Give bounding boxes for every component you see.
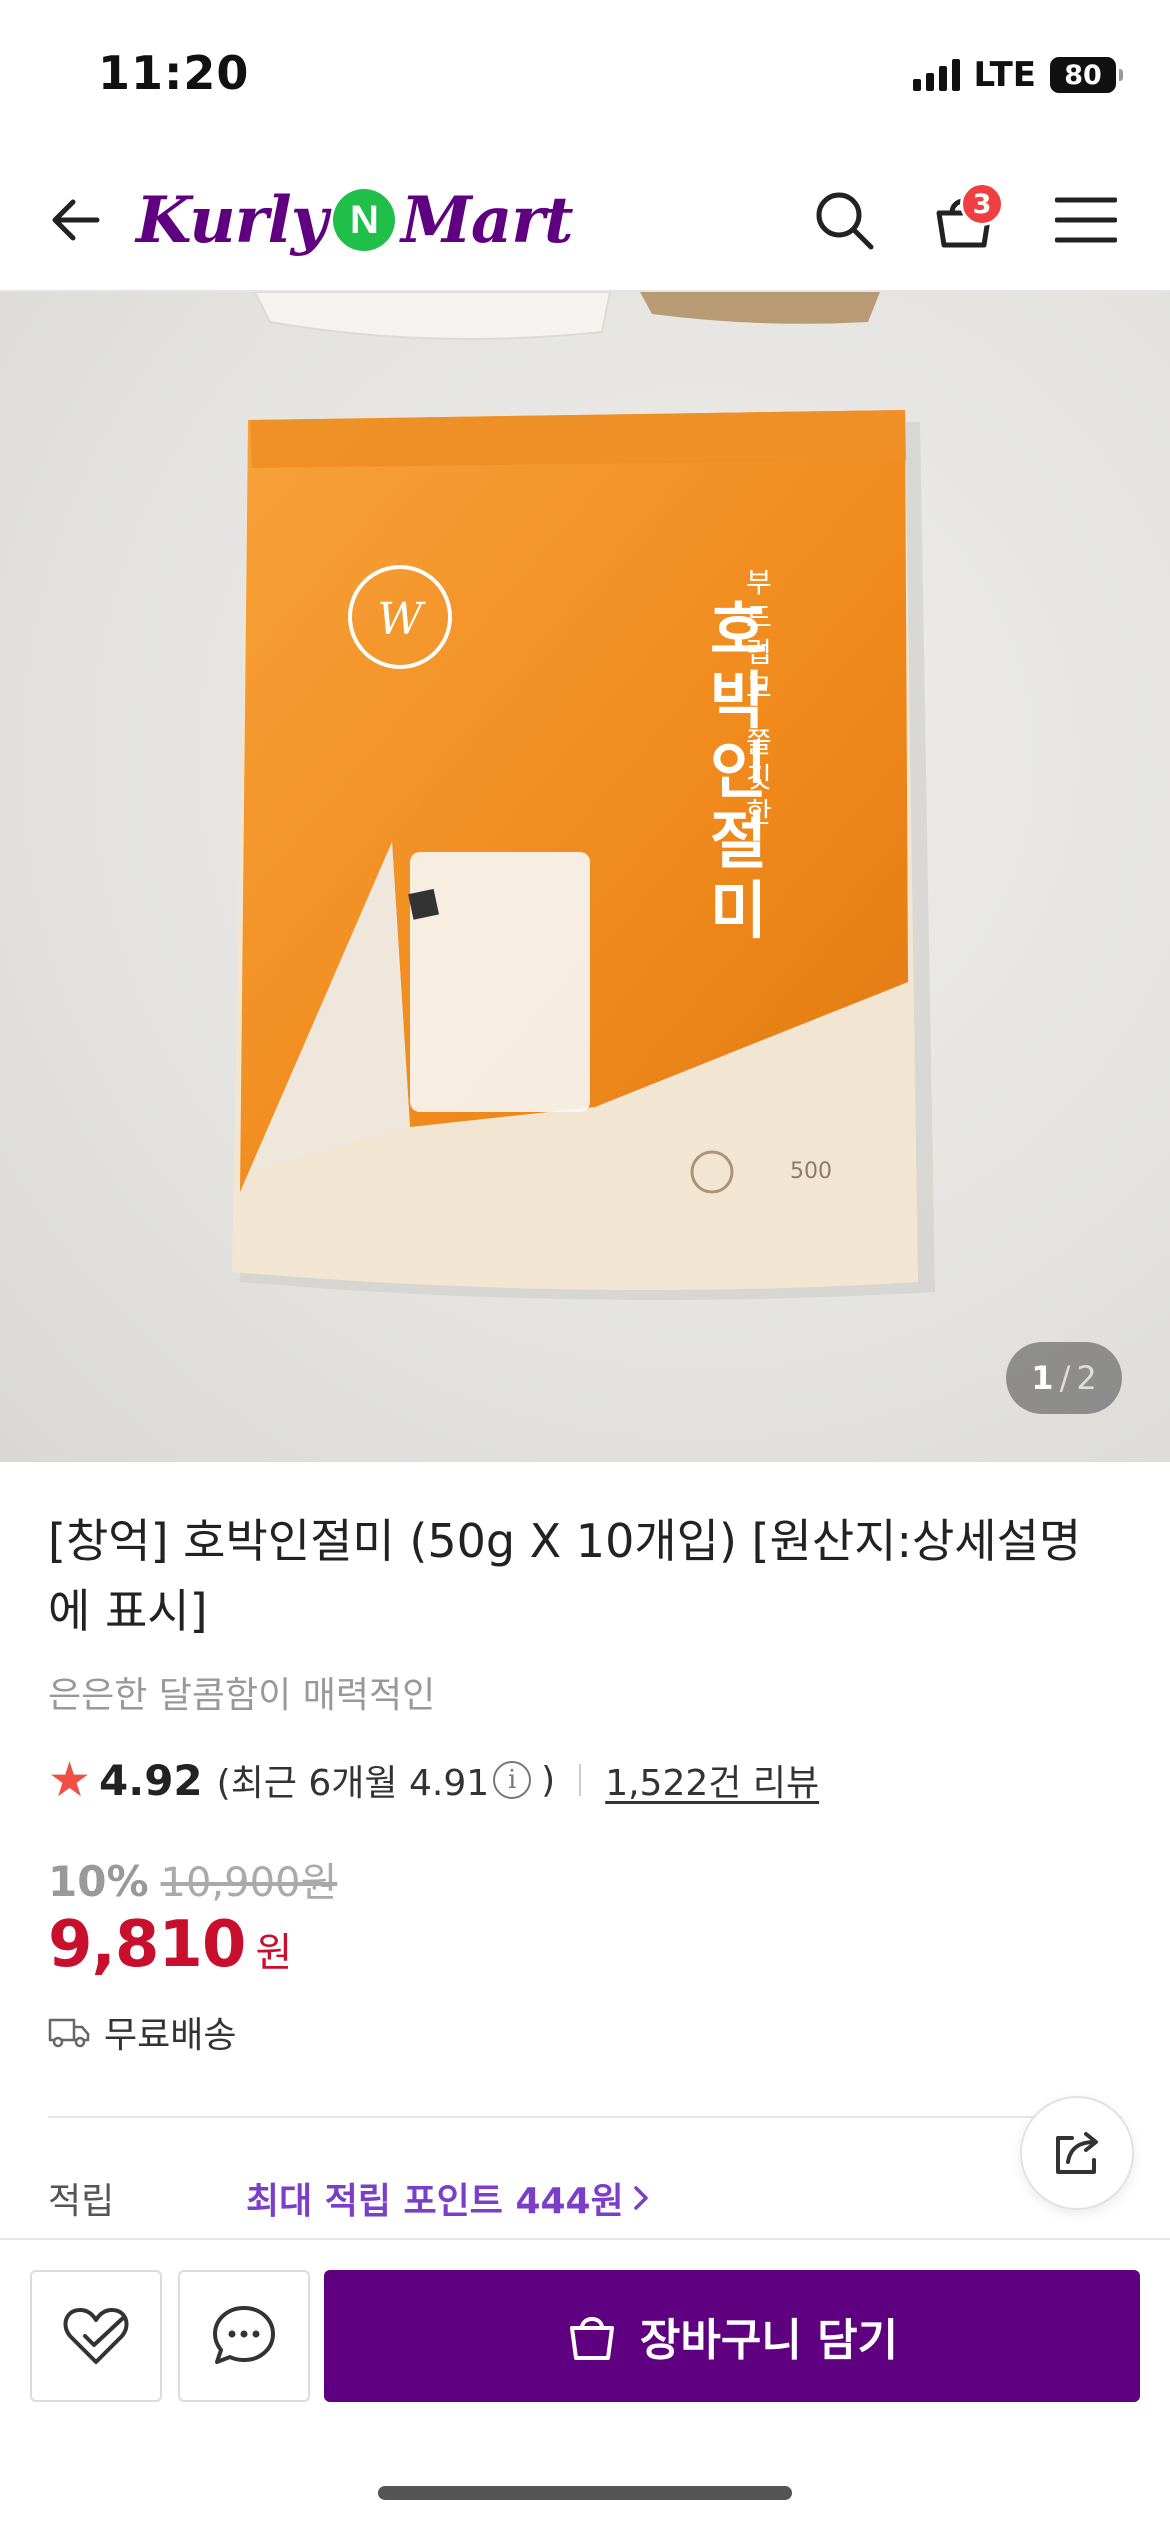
svg-text:500: 500 xyxy=(790,1159,832,1184)
share-button[interactable] xyxy=(1020,2096,1134,2210)
rating-score: 4.92 xyxy=(99,1755,203,1805)
menu-button[interactable] xyxy=(1046,180,1126,260)
share-icon xyxy=(1056,2132,1098,2174)
add-to-cart-button[interactable]: 장바구니 담기 xyxy=(324,2270,1140,2402)
logo-n-badge: N xyxy=(332,189,395,251)
back-button[interactable] xyxy=(40,185,110,255)
review-count-link[interactable]: 1,522건 리뷰 xyxy=(605,1754,819,1806)
product-image-carousel[interactable]: W 호 박 인 절 미 부드럽고 쫄깃한 500 1 / 2 xyxy=(0,292,1170,1462)
recent-rating-close: ) xyxy=(541,1759,556,1801)
recent-rating: (최근 6개월 4.91 i ) xyxy=(217,1754,556,1806)
points-link[interactable]: 최대 적립 포인트 444원 xyxy=(246,2172,650,2224)
svg-text:깃: 깃 xyxy=(746,761,772,794)
image-page-indicator: 1 / 2 xyxy=(1006,1342,1122,1414)
battery-icon: 80 xyxy=(1050,57,1123,93)
logo-text-right: Mart xyxy=(400,182,574,258)
points-row: 적립 최대 적립 포인트 444원 xyxy=(48,2172,650,2224)
add-to-cart-label: 장바구니 담기 xyxy=(639,2315,899,2366)
svg-text:럽: 럽 xyxy=(746,636,772,669)
points-label: 적립 xyxy=(48,2181,115,2222)
status-indicators: LTE 80 xyxy=(912,50,1123,100)
product-subtitle: 은은한 달콤함이 매력적인 xyxy=(48,1675,436,1716)
chevron-right-icon xyxy=(633,2186,648,2210)
heart-check-icon xyxy=(63,2308,129,2364)
search-icon xyxy=(816,192,874,250)
logo-text-left: Kurly xyxy=(136,182,328,258)
status-bar: 11:20 LTE 80 xyxy=(0,0,1170,150)
wishlist-button[interactable] xyxy=(30,2270,162,2402)
status-time: 11:20 xyxy=(98,46,250,100)
section-divider xyxy=(48,2116,1122,2118)
delivery-info: 무료배송 xyxy=(48,2006,236,2058)
search-button[interactable] xyxy=(804,180,884,260)
image-current-index: 1 xyxy=(1031,1359,1054,1397)
kurly-n-mart-logo[interactable]: Kurly N Mart xyxy=(136,170,574,270)
svg-text:미: 미 xyxy=(710,874,767,947)
svg-text:쫄: 쫄 xyxy=(746,726,772,759)
svg-text:한: 한 xyxy=(746,796,772,829)
product-photo: W 호 박 인 절 미 부드럽고 쫄깃한 500 xyxy=(232,292,935,1300)
delivery-label: 무료배송 xyxy=(104,2015,237,2056)
inquiry-button[interactable] xyxy=(178,2270,310,2402)
discount-rate: 10% xyxy=(48,1857,149,1906)
divider xyxy=(579,1764,582,1796)
product-title: [창억] 호박인절미 (50g X 10개입) [원산지:상세설명에 표시] xyxy=(48,1514,1082,1638)
rating-row: ★ 4.92 (최근 6개월 4.91 i ) 1,522건 리뷰 xyxy=(48,1752,819,1808)
chat-bubble-icon xyxy=(213,2306,275,2364)
svg-text:드: 드 xyxy=(746,601,772,634)
app-header: Kurly N Mart 3 xyxy=(0,150,1170,292)
recent-rating-text: (최근 6개월 4.91 xyxy=(216,1763,490,1804)
truck-icon xyxy=(48,2018,90,2048)
info-icon[interactable]: i xyxy=(493,1761,532,1799)
sale-price-unit: 원 xyxy=(255,1930,293,1976)
signal-icon xyxy=(912,59,960,91)
shopping-bag-icon xyxy=(569,2317,614,2360)
svg-text:부: 부 xyxy=(746,566,772,599)
image-separator: / xyxy=(1059,1359,1071,1397)
discount-row: 10% 10,900원 xyxy=(48,1850,337,1908)
cart-button[interactable]: 3 xyxy=(924,180,1004,260)
sale-price-row: 9,810 원 xyxy=(48,1908,292,1982)
cart-count-badge: 3 xyxy=(960,182,1004,226)
points-value: 최대 적립 포인트 444원 xyxy=(246,2181,624,2222)
menu-icon xyxy=(1055,197,1117,243)
svg-text:고: 고 xyxy=(746,671,772,704)
home-indicator xyxy=(378,2486,792,2500)
original-price: 10,900원 xyxy=(160,1860,338,1906)
svg-text:W: W xyxy=(377,594,426,645)
network-label: LTE xyxy=(973,55,1036,95)
back-arrow-icon xyxy=(52,199,100,241)
sale-price: 9,810 xyxy=(48,1908,246,1982)
star-icon: ★ xyxy=(48,1752,92,1808)
image-total-count: 2 xyxy=(1076,1359,1097,1397)
